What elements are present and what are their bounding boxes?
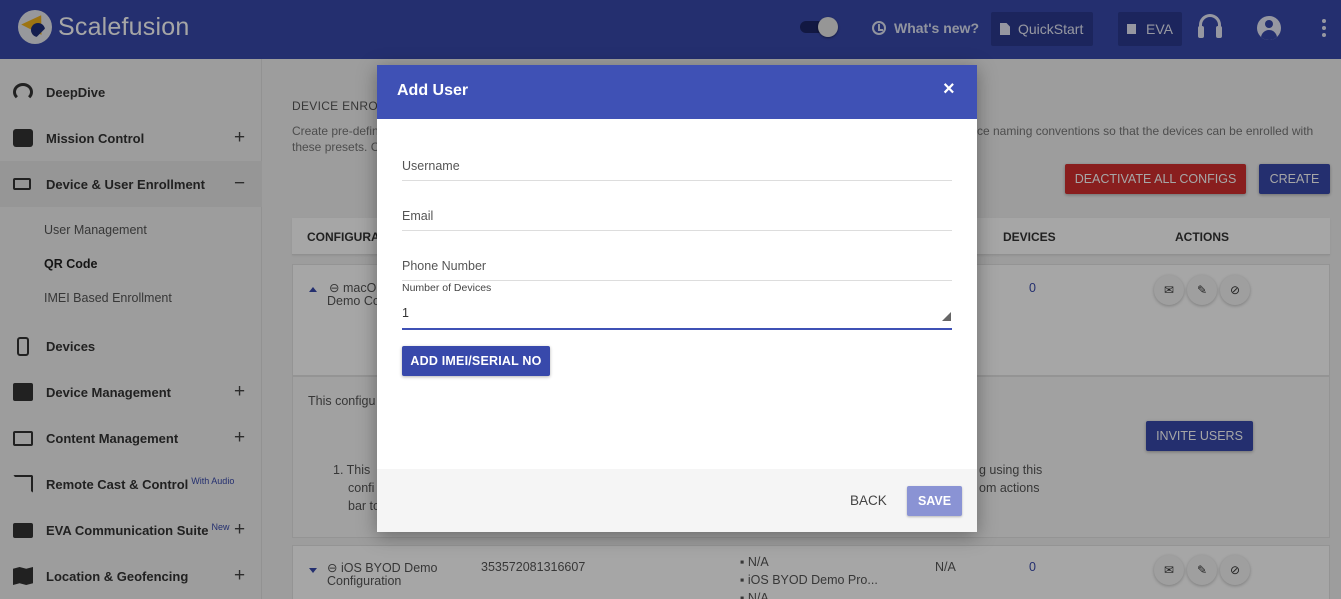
close-icon[interactable]: × [943, 78, 955, 101]
add-user-dialog: Add User × Number of Devices 1 ADD IMEI/… [377, 65, 977, 532]
dialog-footer: BACK SAVE [377, 469, 977, 532]
number-of-devices-input[interactable]: 1 [402, 301, 952, 330]
dialog-header: Add User × [377, 65, 977, 119]
email-input[interactable] [402, 201, 952, 231]
number-of-devices-value: 1 [402, 306, 409, 320]
username-input[interactable] [402, 151, 952, 181]
number-of-devices-label: Number of Devices [402, 282, 492, 294]
resize-handle-icon[interactable] [942, 312, 951, 321]
dialog-title: Add User [397, 82, 469, 99]
add-imei-serial-button[interactable]: ADD IMEI/SERIAL NO [402, 346, 550, 376]
back-button[interactable]: BACK [850, 493, 887, 508]
save-button[interactable]: SAVE [907, 486, 962, 516]
phone-number-input[interactable] [402, 251, 952, 281]
